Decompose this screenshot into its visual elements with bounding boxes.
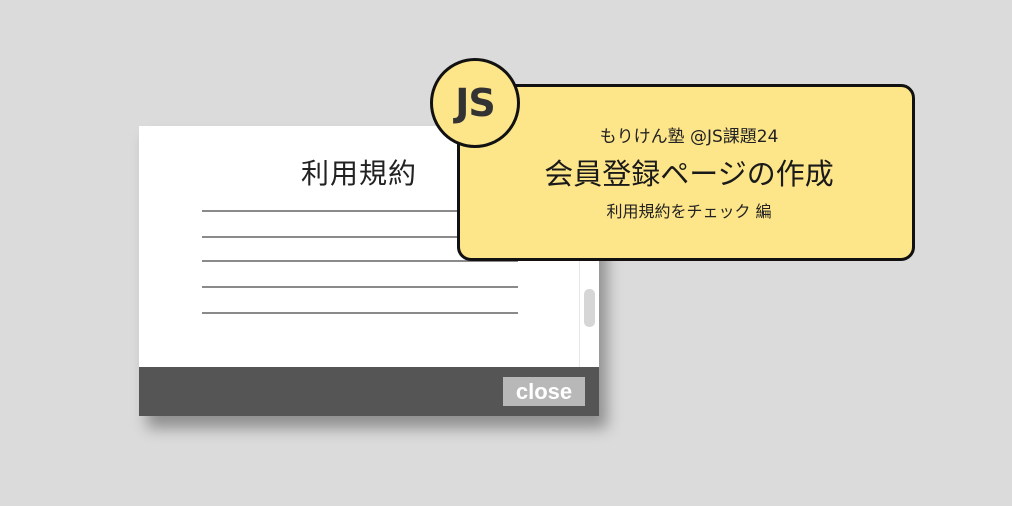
card-caption: 利用規約をチェック 編 [606,202,772,221]
modal-footer: close [139,367,599,416]
close-button[interactable]: close [503,377,585,406]
terms-text-line [202,286,518,288]
title-card: もりけん塾 @JS課題24 会員登録ページの作成 利用規約をチェック 編 [457,84,915,261]
scrollbar-thumb[interactable] [584,289,595,327]
card-title: 会員登録ページの作成 [544,157,834,191]
terms-text-line [202,312,518,314]
card-subtitle: もりけん塾 @JS課題24 [599,127,779,147]
js-logo-icon: JS [430,58,520,148]
js-badge-label: JS [455,81,496,125]
